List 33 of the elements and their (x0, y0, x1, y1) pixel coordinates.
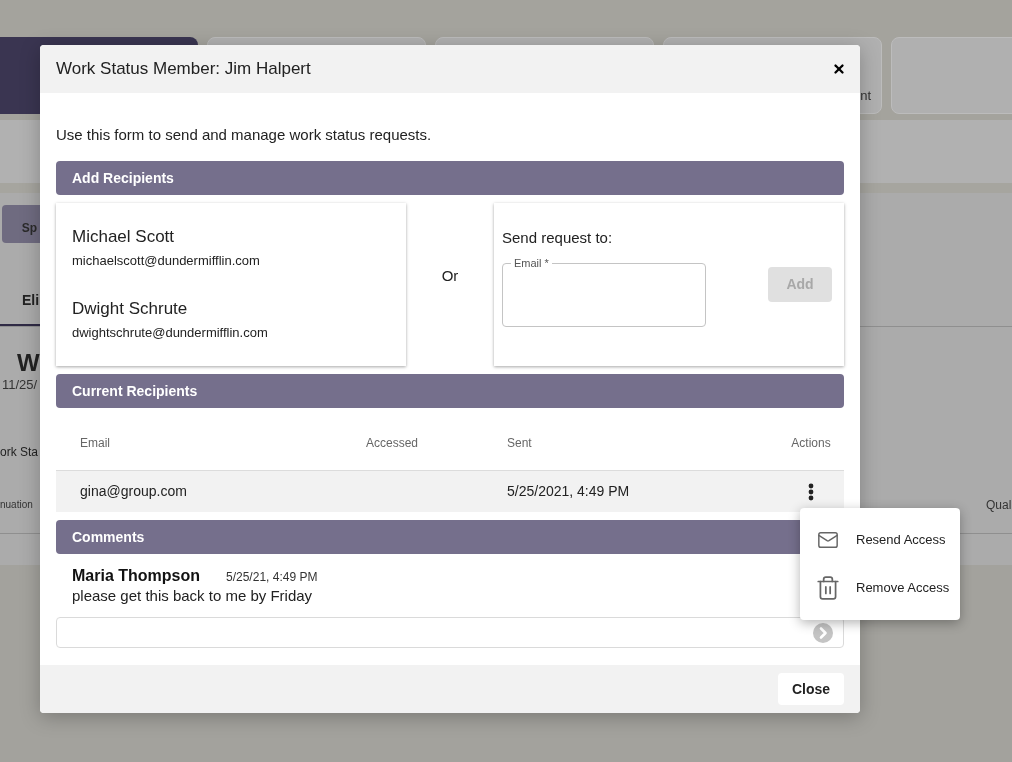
comment-time: 5/25/21, 4:49 PM (226, 569, 318, 585)
send-request-label: Send request to: (502, 228, 613, 248)
recipient-name[interactable]: Michael Scott (72, 225, 175, 249)
recipient-email: dwightschrute@dundermifflin.com (72, 324, 268, 342)
column-header: Email (80, 435, 110, 451)
card-label: nt (860, 86, 871, 105)
menu-item[interactable]: Remove Access (800, 564, 960, 612)
column-header: Sent (507, 435, 532, 451)
separator-text: Or (441, 266, 459, 286)
field-label: Email * (511, 256, 552, 270)
comment-author: Maria Thompson (72, 566, 200, 586)
date-text: 11/25/ (2, 377, 38, 393)
intro-text: Use this form to send and manage work status requests. (56, 125, 433, 145)
section-header: Current Recipients (56, 374, 844, 408)
recipient-email: michaelscott@dundermifflin.com (72, 252, 260, 270)
column-header: Actions (791, 435, 831, 451)
dialog-title: Work Status Member: Jim Halpert (56, 58, 311, 81)
close-icon[interactable] (832, 62, 846, 76)
page-heading: W (17, 349, 40, 377)
trash-icon (815, 575, 841, 601)
column-header: nuation (0, 498, 33, 512)
column-header: Qual (986, 498, 1012, 512)
envelope-icon (815, 529, 841, 551)
column-header: Accessed (366, 435, 419, 451)
section-title: ork Sta (0, 444, 38, 460)
recipient-name[interactable]: Dwight Schrute (72, 297, 188, 321)
table-cell-text: 5/25/2021, 4:49 PM (507, 482, 630, 501)
more-options-icon[interactable] (808, 482, 814, 501)
section-header: Add Recipients (56, 161, 844, 195)
table-cell-text: gina@group.com (80, 482, 187, 501)
comment-field[interactable] (56, 617, 844, 648)
close-button[interactable]: Close (778, 673, 844, 705)
comment-text: please get this back to me by Friday (72, 586, 313, 606)
